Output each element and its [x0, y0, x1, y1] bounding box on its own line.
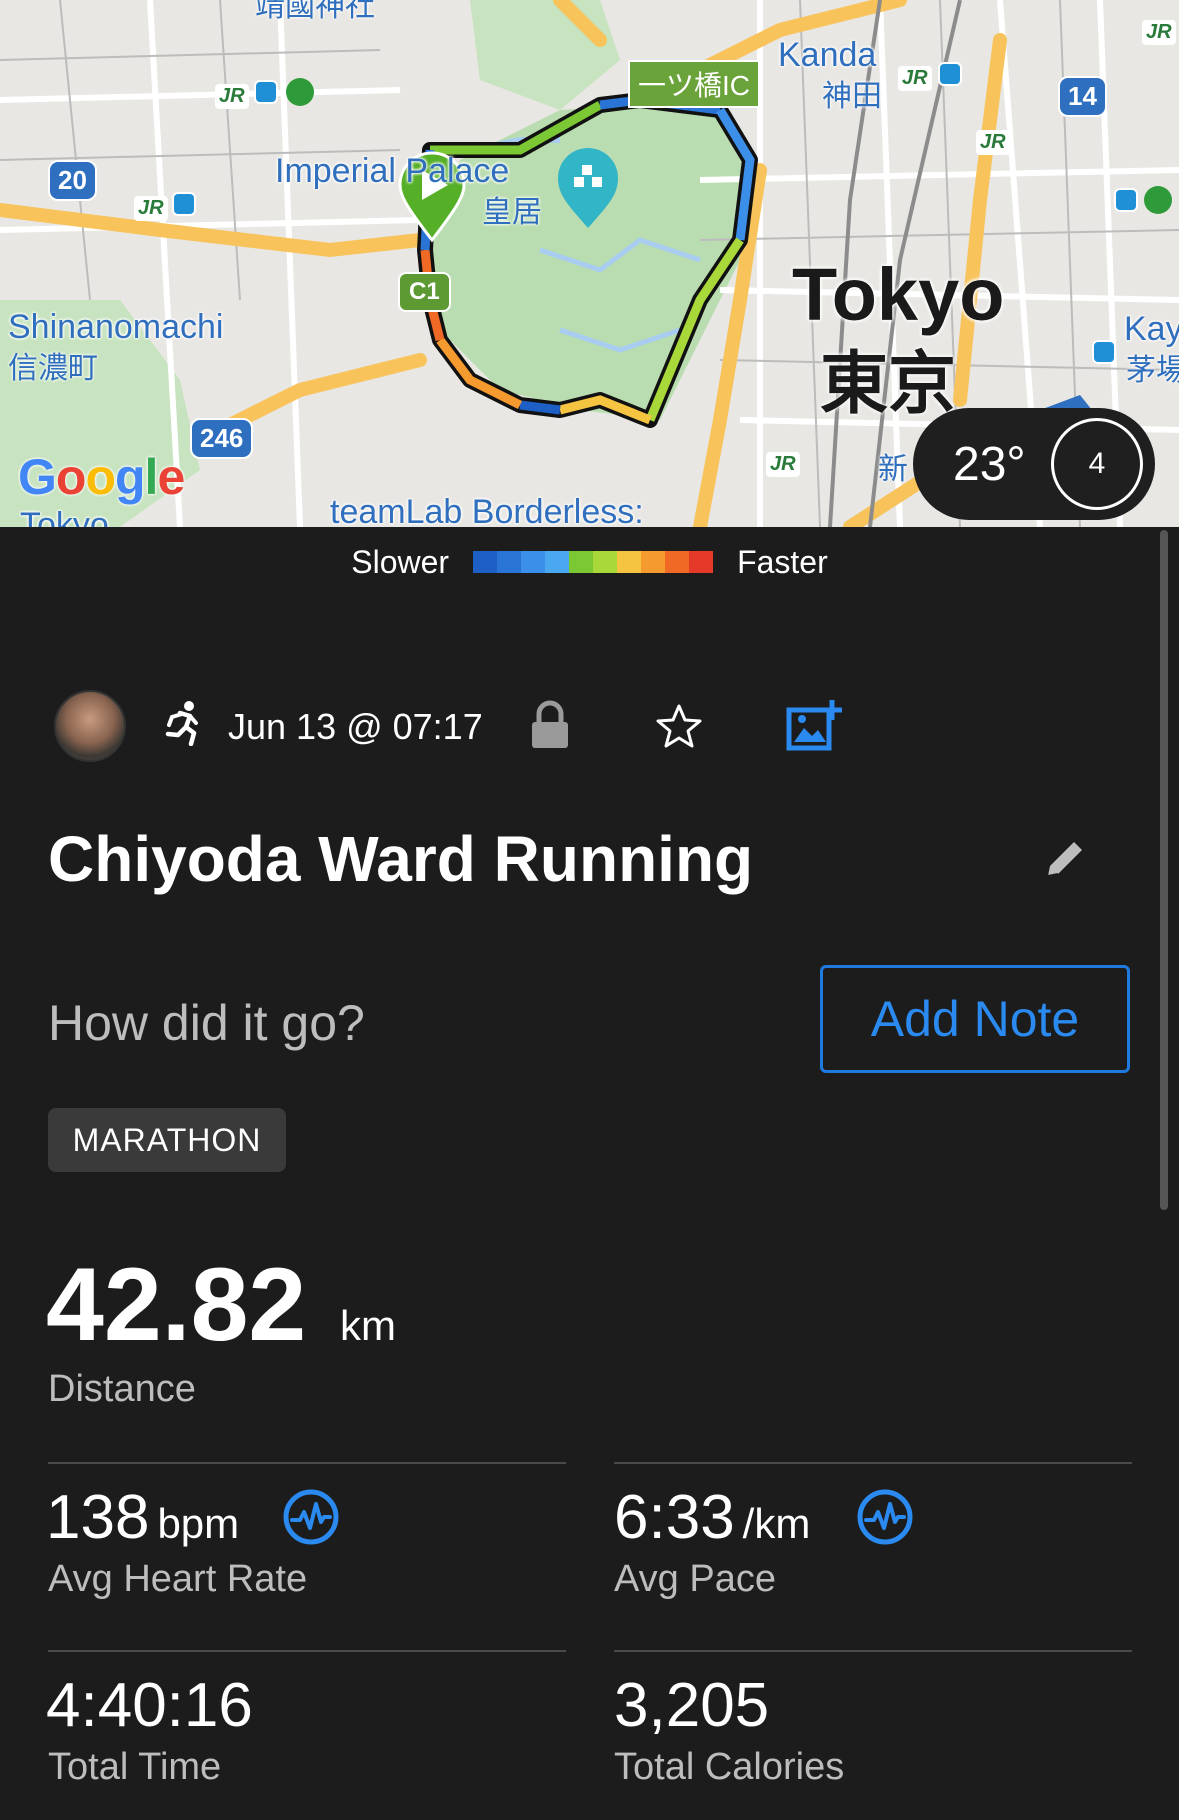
wind-speed-icon: 4 — [1051, 418, 1143, 510]
route-20-shield: 20 — [48, 160, 97, 201]
add-note-button[interactable]: Add Note — [820, 965, 1130, 1073]
weather-temperature: 23° — [953, 437, 1026, 491]
calories-label: Total Calories — [614, 1746, 845, 1788]
distance-value: 42.82 — [46, 1247, 307, 1363]
pace-value: 6:33 — [614, 1483, 735, 1552]
metro-station-icon — [938, 62, 962, 86]
divider — [48, 1462, 566, 1464]
map-label-shinanomachi-jp: 信濃町 — [8, 352, 98, 385]
pace-zone-icon[interactable] — [856, 1488, 914, 1546]
route-14-shield: 14 — [1058, 76, 1107, 117]
distance-label: Distance — [48, 1368, 196, 1410]
pace-legend: Slower Faster — [0, 540, 1179, 584]
scrollbar[interactable] — [1160, 530, 1168, 1210]
jr-station-icon: JR — [766, 452, 800, 477]
map-label-kayaba-jp: 茅場 — [1126, 354, 1179, 387]
google-logo: Google — [18, 449, 185, 505]
add-photo-icon[interactable] — [786, 698, 842, 752]
divider — [614, 1462, 1132, 1464]
map-label-top: 靖國神社 — [255, 0, 375, 23]
route-map[interactable]: 靖國神社 Kanda 神田 一ツ橋IC Imperial Palace 皇居 S… — [0, 0, 1179, 527]
running-activity-icon — [165, 701, 198, 746]
note-prompt: How did it go? — [48, 995, 365, 1051]
legend-color-swatch — [641, 551, 666, 573]
star-icon[interactable] — [654, 702, 704, 752]
pace-unit: /km — [742, 1500, 811, 1547]
map-label-shinanomachi: Shinanomachi — [8, 308, 224, 346]
map-label-teamlab: teamLab Borderless: — [330, 493, 644, 527]
route-246-shield: 246 — [190, 418, 254, 459]
heart-rate-value: 138 — [46, 1483, 150, 1552]
legend-color-swatch — [617, 551, 642, 573]
lock-icon[interactable] — [528, 700, 572, 750]
avatar[interactable] — [54, 690, 126, 762]
metro-station-icon — [172, 192, 196, 216]
edit-pencil-icon[interactable] — [1042, 836, 1088, 882]
pace-label: Avg Pace — [614, 1558, 776, 1600]
divider — [48, 1650, 566, 1652]
map-label-imperial-palace: Imperial Palace — [275, 152, 510, 190]
map-label-kanda: Kanda — [778, 36, 877, 74]
legend-color-swatch — [569, 551, 594, 573]
map-label-shin: 新 — [878, 453, 908, 486]
legend-color-swatch — [521, 551, 546, 573]
c1-shield: C1 — [398, 272, 451, 312]
jr-station-icon: JR — [898, 66, 932, 91]
calories-value: 3,205 — [614, 1671, 770, 1740]
metro-station-icon — [1114, 188, 1138, 212]
map-label-kay: Kay — [1124, 310, 1179, 348]
activity-date: Jun 13 @ 07:17 — [228, 706, 483, 747]
metro-station-icon — [1092, 340, 1116, 364]
legend-color-swatch — [593, 551, 618, 573]
heart-rate-label: Avg Heart Rate — [48, 1558, 308, 1600]
jr-station-icon: JR — [976, 130, 1010, 155]
legend-color-bar — [473, 551, 714, 573]
legend-color-swatch — [497, 551, 522, 573]
legend-color-swatch — [473, 551, 498, 573]
legend-color-swatch — [665, 551, 690, 573]
total-time-label: Total Time — [48, 1746, 222, 1788]
map-label-tokyo-jp: 東京 — [820, 346, 957, 422]
jr-station-icon: JR — [134, 196, 168, 221]
jr-station-icon: JR — [215, 84, 249, 109]
divider — [614, 1650, 1132, 1652]
heart-rate-zone-icon[interactable] — [282, 1488, 340, 1546]
activity-tag-badge[interactable]: MARATHON — [48, 1108, 286, 1172]
heart-rate-stat[interactable]: 138 bpm — [46, 1482, 239, 1553]
map-label-imperial-palace-jp: 皇居 — [482, 196, 542, 229]
legend-color-swatch — [689, 551, 714, 573]
distance-unit: km — [340, 1302, 396, 1349]
map-hitotsubashi-ic: 一ツ橋IC — [628, 60, 761, 108]
pace-stat[interactable]: 6:33/km — [614, 1482, 810, 1553]
legend-slower-label: Slower — [351, 543, 450, 580]
legend-color-swatch — [545, 551, 570, 573]
total-time-value: 4:40:16 — [46, 1671, 253, 1740]
map-label-tokyo: Tokyo — [792, 253, 1005, 336]
activity-title: Chiyoda Ward Running — [48, 823, 754, 895]
jr-station-icon: JR — [1142, 20, 1176, 45]
weather-widget[interactable]: 23° 4 — [913, 408, 1155, 520]
map-label-kanda-jp: 神田 — [822, 80, 882, 113]
map-label-tokyo-partial: Tokyo — [20, 506, 109, 527]
metro-station-icon — [254, 80, 278, 104]
heart-rate-unit: bpm — [157, 1500, 240, 1547]
legend-faster-label: Faster — [737, 543, 828, 580]
